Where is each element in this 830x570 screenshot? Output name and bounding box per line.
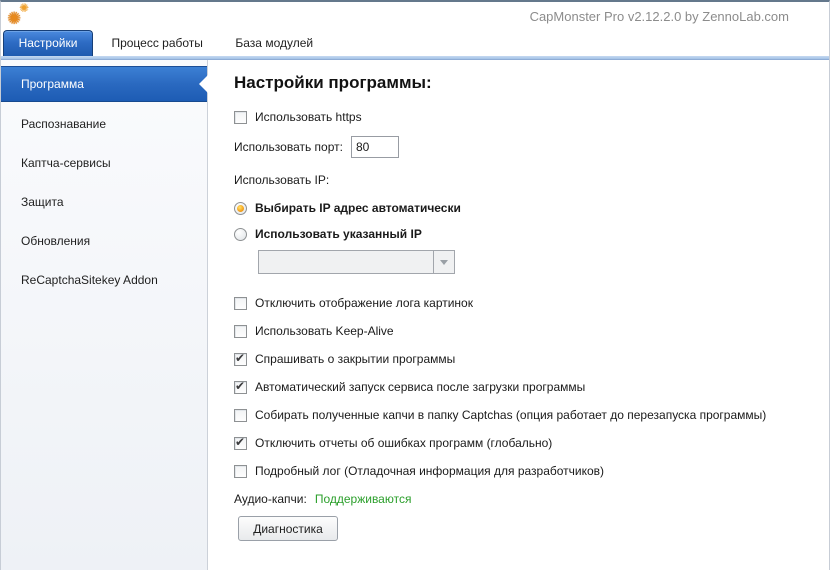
ip-section-label: Использовать IP:: [234, 173, 329, 187]
sidebar-item-label: Каптча-сервисы: [21, 156, 111, 170]
diagnostics-button[interactable]: Диагностика: [238, 516, 338, 541]
radio-specified-ip[interactable]: [234, 228, 247, 241]
sidebar-item-recognition[interactable]: Распознавание: [1, 105, 207, 144]
checkbox-autostart-service[interactable]: [234, 381, 247, 394]
checkbox-row[interactable]: Отключить отчеты об ошибках программ (гл…: [234, 436, 829, 450]
sidebar-item-protection[interactable]: Защита: [1, 183, 207, 222]
settings-panel: Настройки программы: Использовать https …: [208, 60, 829, 570]
checkbox-label: Автоматический запуск сервиса после загр…: [255, 380, 585, 394]
checkbox-ask-on-close[interactable]: [234, 353, 247, 366]
capmonster-gears-icon: ✺ ✺: [5, 2, 35, 30]
sidebar-item-label: Защита: [21, 195, 64, 209]
page-title: Настройки программы:: [234, 73, 829, 93]
ip-section-label-row: Использовать IP:: [234, 173, 829, 187]
ip-dropdown-button[interactable]: [433, 251, 454, 273]
port-label: Использовать порт:: [234, 140, 343, 154]
radio-specified-ip-row[interactable]: Использовать указанный IP: [234, 227, 829, 241]
sidebar-item-program[interactable]: Программа: [1, 66, 207, 102]
tab-settings[interactable]: Настройки: [3, 30, 93, 56]
checkbox-keep-alive[interactable]: [234, 325, 247, 338]
title-bar: ✺ ✺ CapMonster Pro v2.12.2.0 by ZennoLab…: [1, 2, 829, 30]
radio-auto-ip-row[interactable]: Выбирать IP адрес автоматически: [234, 201, 829, 215]
checkbox-disable-error-reports[interactable]: [234, 437, 247, 450]
checkbox-label: Спрашивать о закрытии программы: [255, 352, 455, 366]
sidebar-item-label: Программа: [21, 77, 84, 91]
checkbox-label: Использовать Keep-Alive: [255, 324, 394, 338]
window-title: CapMonster Pro v2.12.2.0 by ZennoLab.com: [530, 2, 789, 30]
audio-captcha-row: Аудио-капчи: Поддерживаются: [234, 492, 829, 506]
port-row: Использовать порт:: [234, 136, 829, 158]
checkbox-disable-image-log[interactable]: [234, 297, 247, 310]
chevron-down-icon: [440, 260, 448, 265]
checkbox-row[interactable]: Спрашивать о закрытии программы: [234, 352, 829, 366]
gear-icon: ✺: [19, 2, 29, 14]
sidebar-item-label: Обновления: [21, 234, 90, 248]
checkbox-label: Собирать полученные капчи в папку Captch…: [255, 408, 766, 422]
audio-captcha-label: Аудио-капчи:: [234, 492, 307, 506]
checkbox-https[interactable]: [234, 111, 247, 124]
radio-label: Использовать указанный IP: [255, 227, 422, 241]
sidebar: Программа Распознавание Каптча-сервисы З…: [1, 60, 208, 570]
selected-item-arrow-icon: [199, 75, 208, 93]
checkbox-row[interactable]: Использовать Keep-Alive: [234, 324, 829, 338]
tab-module-base[interactable]: База модулей: [221, 30, 327, 56]
checkbox-row[interactable]: Собирать полученные капчи в папку Captch…: [234, 408, 829, 422]
sidebar-item-label: Распознавание: [21, 117, 106, 131]
checkbox-verbose-log[interactable]: [234, 465, 247, 478]
ip-dropdown-value: [259, 251, 433, 273]
https-checkbox-row[interactable]: Использовать https: [234, 110, 829, 124]
checkbox-label: Отключить отчеты об ошибках программ (гл…: [255, 436, 552, 450]
ip-dropdown[interactable]: [258, 250, 455, 274]
radio-auto-ip[interactable]: [234, 202, 247, 215]
checkbox-label: Отключить отображение лога картинок: [255, 296, 473, 310]
tab-strip: Настройки Процесс работы База модулей: [1, 30, 829, 56]
audio-captcha-status: Поддерживаются: [315, 492, 412, 506]
sidebar-item-recaptcha-sitekey-addon[interactable]: ReCaptchaSitekey Addon: [1, 261, 207, 300]
checkbox-label: Подробный лог (Отладочная информация для…: [255, 464, 604, 478]
tab-work-process[interactable]: Процесс работы: [97, 30, 216, 56]
sidebar-item-label: ReCaptchaSitekey Addon: [21, 273, 158, 287]
radio-label: Выбирать IP адрес автоматически: [255, 201, 461, 215]
port-input[interactable]: [351, 136, 399, 158]
checkbox-collect-captchas[interactable]: [234, 409, 247, 422]
checkbox-row[interactable]: Автоматический запуск сервиса после загр…: [234, 380, 829, 394]
checkbox-label: Использовать https: [255, 110, 362, 124]
app-window: ✺ ✺ CapMonster Pro v2.12.2.0 by ZennoLab…: [0, 0, 830, 570]
sidebar-item-updates[interactable]: Обновления: [1, 222, 207, 261]
checkbox-row[interactable]: Отключить отображение лога картинок: [234, 296, 829, 310]
sidebar-item-captcha-services[interactable]: Каптча-сервисы: [1, 144, 207, 183]
checkbox-row[interactable]: Подробный лог (Отладочная информация для…: [234, 464, 829, 478]
